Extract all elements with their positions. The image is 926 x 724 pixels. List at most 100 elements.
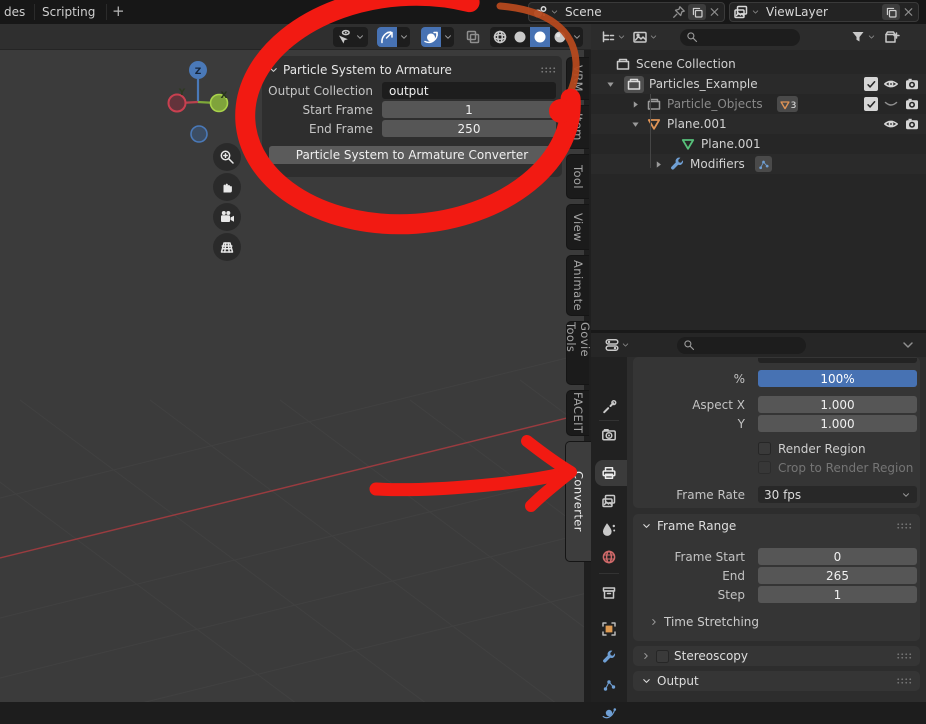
outliner-row-particles-example[interactable]: Particles_Example [591, 74, 926, 94]
outliner-row-modifiers[interactable]: Modifiers [591, 154, 926, 174]
output-collection-input[interactable]: output [382, 82, 556, 99]
disclosure-open-icon[interactable] [630, 119, 641, 130]
tab-modifiers[interactable] [601, 649, 617, 665]
frame-step-field[interactable]: 1 [758, 586, 917, 603]
tab-output[interactable] [601, 465, 617, 481]
add-workspace-button[interactable]: + [112, 0, 125, 24]
panel-grip-icon[interactable] [896, 518, 912, 534]
disable-render-camera-icon[interactable] [904, 76, 920, 92]
disclosure-open-icon[interactable] [605, 79, 616, 90]
outliner-row-plane-meshdata[interactable]: Plane.001 [591, 134, 926, 154]
shading-dropdown[interactable] [570, 27, 583, 47]
aspect-x-field[interactable]: 1.000 [758, 396, 917, 413]
view-layer-selector[interactable]: ViewLayer [729, 2, 919, 22]
tab-collection[interactable] [601, 585, 617, 601]
remove-view-layer-icon[interactable] [902, 4, 915, 20]
sidebar-tab-animate[interactable]: Animate [566, 255, 589, 316]
chevron-down-icon[interactable] [751, 4, 760, 20]
sidebar-tab-vrm[interactable]: VRM [566, 57, 589, 100]
time-stretching-subpanel[interactable]: Time Stretching [649, 614, 759, 630]
chevron-down-icon[interactable] [550, 4, 559, 20]
workspace-tab-partial[interactable]: des [4, 0, 25, 24]
tab-scene[interactable] [601, 521, 617, 537]
zoom-button[interactable] [213, 143, 241, 171]
show-overlays-toggle[interactable] [421, 27, 441, 47]
shading-material-preview[interactable] [530, 27, 550, 47]
render-region-checkbox[interactable] [758, 442, 771, 455]
xray-toggle[interactable] [463, 27, 483, 47]
aspect-y-field[interactable]: 1.000 [758, 415, 917, 432]
sidebar-tab-tool[interactable]: Tool [566, 154, 589, 199]
sidebar-tab-view[interactable]: View [566, 204, 589, 250]
sidebar-tab-faceit[interactable]: FACEIT [566, 390, 589, 436]
disclosure-closed-icon[interactable] [630, 99, 641, 110]
sidebar-tab-item[interactable]: Item [566, 105, 589, 149]
hide-viewport-eye-icon[interactable] [883, 116, 899, 132]
shading-solid[interactable] [510, 27, 530, 47]
stereoscopy-panel[interactable]: Stereoscopy [633, 646, 920, 666]
outliner-row-particle-objects[interactable]: Particle_Objects 3 [591, 94, 926, 114]
shading-rendered[interactable] [550, 27, 570, 47]
gizmo-visibility-button[interactable] [333, 27, 368, 47]
gizmos-dropdown[interactable] [397, 27, 410, 47]
editor-type-button[interactable] [604, 337, 630, 353]
properties-search[interactable] [677, 337, 806, 354]
outliner-row-scene-collection[interactable]: Scene Collection [591, 54, 926, 74]
disable-render-camera-icon[interactable] [904, 96, 920, 112]
shading-wireframe[interactable] [490, 27, 510, 47]
outliner-filter-button[interactable] [850, 29, 876, 45]
exclude-checkbox[interactable] [864, 97, 878, 111]
convert-button[interactable]: Particle System to Armature Converter [269, 146, 555, 164]
frame-rate-dropdown[interactable]: 30 fps [758, 486, 917, 503]
tab-world[interactable] [601, 549, 617, 565]
hidden-eye-closed-icon[interactable] [883, 96, 899, 112]
hide-viewport-eye-icon[interactable] [883, 76, 899, 92]
copy-icon [885, 6, 898, 19]
camera-view-button[interactable] [213, 203, 241, 231]
tab-object[interactable] [601, 621, 617, 637]
tab-tool[interactable] [601, 399, 617, 415]
tab-physics[interactable] [601, 705, 617, 721]
new-collection-button[interactable] [884, 29, 900, 45]
frame-range-header[interactable]: Frame Range [633, 514, 920, 534]
options-chevron-icon[interactable] [900, 337, 916, 353]
show-gizmos-toggle[interactable] [377, 27, 397, 47]
frame-end-field[interactable]: 265 [758, 567, 917, 584]
start-frame-input[interactable]: 1 [382, 101, 556, 118]
scene-name[interactable]: Scene [561, 5, 670, 19]
sidebar-tab-govie-tools[interactable]: Govie Tools [566, 321, 589, 385]
frame-start-field[interactable]: 0 [758, 548, 917, 565]
panel-grip-icon[interactable] [896, 673, 912, 689]
display-mode-dropdown[interactable] [600, 29, 626, 45]
stereoscopy-checkbox[interactable] [656, 650, 669, 663]
overlays-dropdown[interactable] [441, 27, 454, 47]
end-frame-input[interactable]: 250 [382, 120, 556, 137]
crop-region-checkbox[interactable] [758, 461, 771, 474]
outliner-search[interactable] [680, 29, 800, 46]
tab-particles[interactable] [601, 677, 617, 693]
outliner-row-plane-object[interactable]: Plane.001 [591, 114, 926, 134]
tab-view-layer[interactable] [601, 493, 617, 509]
view-layer-name[interactable]: ViewLayer [762, 5, 880, 19]
panel-grip-icon[interactable] [896, 648, 912, 664]
resolution-percent-slider[interactable]: 100% [758, 370, 917, 387]
filter-type-dropdown[interactable] [632, 29, 658, 45]
new-scene-button[interactable] [688, 4, 706, 20]
sidebar-tab-converter[interactable]: Converter [565, 441, 591, 562]
tab-render[interactable] [601, 427, 617, 443]
panel-collapse-icon[interactable] [268, 62, 279, 78]
viewport-3d[interactable]: Z Y X Particle System to Armature Output… [0, 50, 591, 702]
unlink-scene-icon[interactable] [708, 4, 721, 20]
ortho-toggle-button[interactable] [213, 233, 241, 261]
pin-icon[interactable] [672, 4, 686, 20]
new-view-layer-button[interactable] [882, 4, 900, 20]
pan-button[interactable] [213, 173, 241, 201]
output-panel[interactable]: Output [633, 671, 920, 691]
panel-grip-icon[interactable] [540, 62, 556, 78]
disable-render-camera-icon[interactable] [904, 116, 920, 132]
scene-selector[interactable]: Scene [528, 2, 725, 22]
disclosure-closed-icon[interactable] [653, 159, 664, 170]
exclude-checkbox[interactable] [864, 77, 878, 91]
axis-gizmo[interactable]: Z Y X [158, 59, 242, 149]
workspace-tab-scripting[interactable]: Scripting [42, 0, 95, 24]
